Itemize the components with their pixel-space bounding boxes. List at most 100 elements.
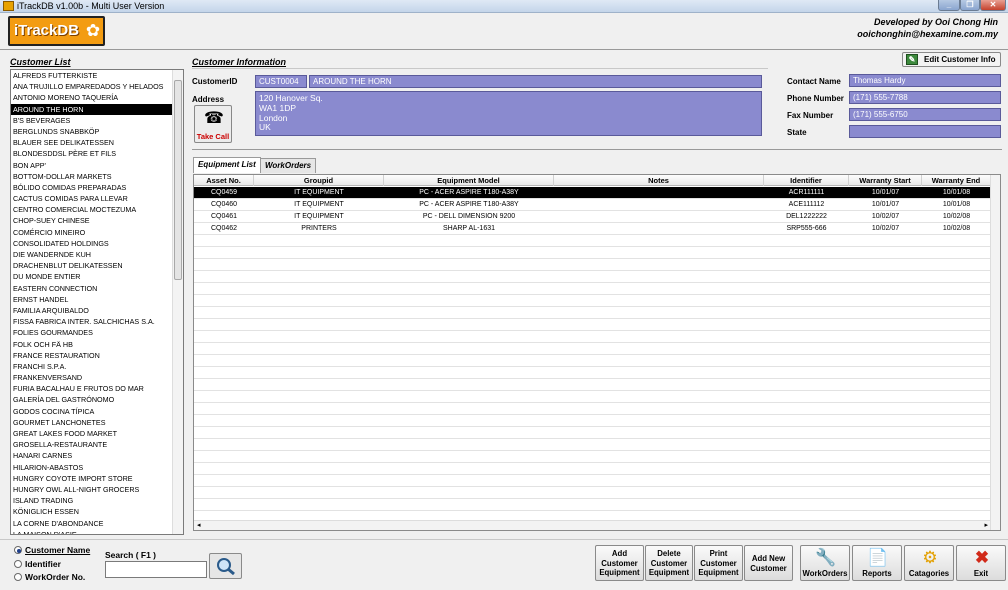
customer-list-scrollbar[interactable]: [172, 70, 183, 534]
column-header-asset-no[interactable]: Asset No.: [194, 175, 254, 186]
table-row[interactable]: [194, 367, 991, 379]
table-row[interactable]: [194, 235, 991, 247]
list-item[interactable]: FOLK OCH FÄ HB: [11, 339, 172, 350]
search-button[interactable]: [209, 553, 242, 579]
list-item[interactable]: B'S BEVERAGES: [11, 115, 172, 126]
table-row[interactable]: [194, 391, 991, 403]
scroll-right-icon[interactable]: ▸: [984, 521, 988, 530]
list-item[interactable]: ERNST HANDEL: [11, 294, 172, 305]
radio-identifier[interactable]: [14, 560, 22, 568]
minimize-button[interactable]: _: [938, 0, 960, 11]
table-row[interactable]: [194, 319, 991, 331]
table-row[interactable]: [194, 403, 991, 415]
list-item[interactable]: FURIA BACALHAU E FRUTOS DO MAR: [11, 383, 172, 394]
list-item[interactable]: GREAT LAKES FOOD MARKET: [11, 428, 172, 439]
maximize-button[interactable]: ❐: [960, 0, 980, 11]
table-row[interactable]: CQ0459 IT EQUIPMENT PC - ACER ASPIRE T180-…: [194, 187, 991, 199]
table-row[interactable]: CQ0462 PRINTERS SHARP AL-1631 SRP555-666 10/…: [194, 223, 991, 235]
list-item[interactable]: GROSELLA-RESTAURANTE: [11, 439, 172, 450]
edit-customer-info-button[interactable]: ✎ Edit Customer Info: [902, 52, 1001, 67]
column-header-identifier[interactable]: Identifier: [764, 175, 849, 186]
list-item[interactable]: HANARI CARNES: [11, 450, 172, 461]
table-row[interactable]: [194, 463, 991, 475]
list-item[interactable]: HUNGRY COYOTE IMPORT STORE: [11, 473, 172, 484]
exit-button[interactable]: ✖ Exit: [956, 545, 1006, 581]
list-item[interactable]: FRANCHI S.P.A.: [11, 361, 172, 372]
equipment-table[interactable]: Asset No. Groupid Equipment Model Notes …: [193, 174, 1001, 531]
table-row[interactable]: CQ0460 IT EQUIPMENT PC - ACER ASPIRE T180-…: [194, 199, 991, 211]
list-item[interactable]: CACTUS COMIDAS PARA LLEVAR: [11, 193, 172, 204]
column-header-groupid[interactable]: Groupid: [254, 175, 384, 186]
customer-id-field[interactable]: CUST0004: [255, 75, 307, 88]
radio-workorder-no-label[interactable]: WorkOrder No.: [25, 572, 85, 582]
list-item[interactable]: DRACHENBLUT DELIKATESSEN: [11, 260, 172, 271]
table-row[interactable]: [194, 343, 991, 355]
column-header-equipment-model[interactable]: Equipment Model: [384, 175, 554, 186]
phone-number-field[interactable]: (171) 555-7788: [849, 91, 1001, 104]
search-input[interactable]: [105, 561, 207, 578]
table-row[interactable]: [194, 271, 991, 283]
column-header-warranty-start[interactable]: Warranty Start: [849, 175, 922, 186]
table-row[interactable]: [194, 475, 991, 487]
radio-identifier-label[interactable]: Identifier: [25, 559, 61, 569]
list-item[interactable]: GODOS COCINA TÍPICA: [11, 406, 172, 417]
list-item[interactable]: HUNGRY OWL ALL-NIGHT GROCERS: [11, 484, 172, 495]
table-row[interactable]: [194, 307, 991, 319]
list-item[interactable]: EASTERN CONNECTION: [11, 283, 172, 294]
table-row[interactable]: [194, 427, 991, 439]
list-item[interactable]: KÖNIGLICH ESSEN: [11, 506, 172, 517]
add-new-customer-button[interactable]: Add New Customer: [744, 545, 793, 581]
address-field[interactable]: 120 Hanover Sq. WA1 1DP London UK: [255, 91, 762, 136]
list-item[interactable]: LA CORNE D'ABONDANCE: [11, 518, 172, 529]
table-row[interactable]: [194, 247, 991, 259]
tab-workorders[interactable]: WorkOrders: [260, 158, 317, 173]
list-item[interactable]: BON APP': [11, 160, 172, 171]
list-item[interactable]: BLONDESDDSL PÈRE ET FILS: [11, 148, 172, 159]
list-item[interactable]: ALFREDS FUTTERKISTE: [11, 70, 172, 81]
table-row[interactable]: [194, 439, 991, 451]
column-header-notes[interactable]: Notes: [554, 175, 764, 186]
list-item[interactable]: BOTTOM-DOLLAR MARKETS: [11, 171, 172, 182]
table-horizontal-scrollbar[interactable]: ◂ ▸: [194, 520, 991, 530]
table-row[interactable]: [194, 355, 991, 367]
list-item[interactable]: FOLIES GOURMANDES: [11, 327, 172, 338]
table-row[interactable]: [194, 415, 991, 427]
list-item[interactable]: CHOP-SUEY CHINESE: [11, 215, 172, 226]
list-item[interactable]: FRANCE RESTAURATION: [11, 350, 172, 361]
tab-equipment-list[interactable]: Equipment List: [193, 157, 261, 173]
close-button[interactable]: ✕: [980, 0, 1006, 11]
scroll-left-icon[interactable]: ◂: [197, 521, 201, 530]
radio-customer-name-label[interactable]: Customer Name: [25, 545, 90, 555]
table-row[interactable]: [194, 331, 991, 343]
table-row[interactable]: [194, 499, 991, 511]
contact-name-field[interactable]: Thomas Hardy: [849, 74, 1001, 87]
workorders-button[interactable]: 🔧 WorkOrders: [800, 545, 850, 581]
table-row[interactable]: [194, 283, 991, 295]
reports-button[interactable]: 📄 Reports: [852, 545, 902, 581]
radio-customer-name[interactable]: [14, 546, 22, 554]
catagories-button[interactable]: ⚙ Catagories: [904, 545, 954, 581]
fax-number-field[interactable]: (171) 555-6750: [849, 108, 1001, 121]
list-item[interactable]: FRANKENVERSAND: [11, 372, 172, 383]
state-field[interactable]: [849, 125, 1001, 138]
list-item[interactable]: FISSA FABRICA INTER. SALCHICHAS S.A.: [11, 316, 172, 327]
list-item[interactable]: BÓLIDO COMIDAS PREPARADAS: [11, 182, 172, 193]
add-customer-equipment-button[interactable]: Add Customer Equipment: [595, 545, 644, 581]
customer-list[interactable]: ALFREDS FUTTERKISTE ANA TRUJILLO EMPAREDA…: [10, 69, 184, 535]
list-item[interactable]: CENTRO COMERCIAL MOCTEZUMA: [11, 204, 172, 215]
column-header-warranty-end[interactable]: Warranty End: [922, 175, 991, 186]
list-item[interactable]: BERGLUNDS SNABBKÖP: [11, 126, 172, 137]
list-item[interactable]: ISLAND TRADING: [11, 495, 172, 506]
table-row[interactable]: CQ0461 IT EQUIPMENT PC - DELL DIMENSION 92…: [194, 211, 991, 223]
table-row[interactable]: [194, 259, 991, 271]
list-item[interactable]: COMÉRCIO MINEIRO: [11, 227, 172, 238]
list-item[interactable]: FAMILIA ARQUIBALDO: [11, 305, 172, 316]
list-item[interactable]: HILARION-ABASTOS: [11, 462, 172, 473]
radio-workorder-no[interactable]: [14, 573, 22, 581]
list-item[interactable]: ANTONIO MORENO TAQUERÍA: [11, 92, 172, 103]
table-row[interactable]: [194, 451, 991, 463]
list-item[interactable]: DU MONDE ENTIER: [11, 271, 172, 282]
scroll-thumb[interactable]: [174, 80, 182, 280]
take-call-button[interactable]: ☎ Take Call: [194, 105, 232, 143]
list-item[interactable]: ANA TRUJILLO EMPAREDADOS Y HELADOS: [11, 81, 172, 92]
